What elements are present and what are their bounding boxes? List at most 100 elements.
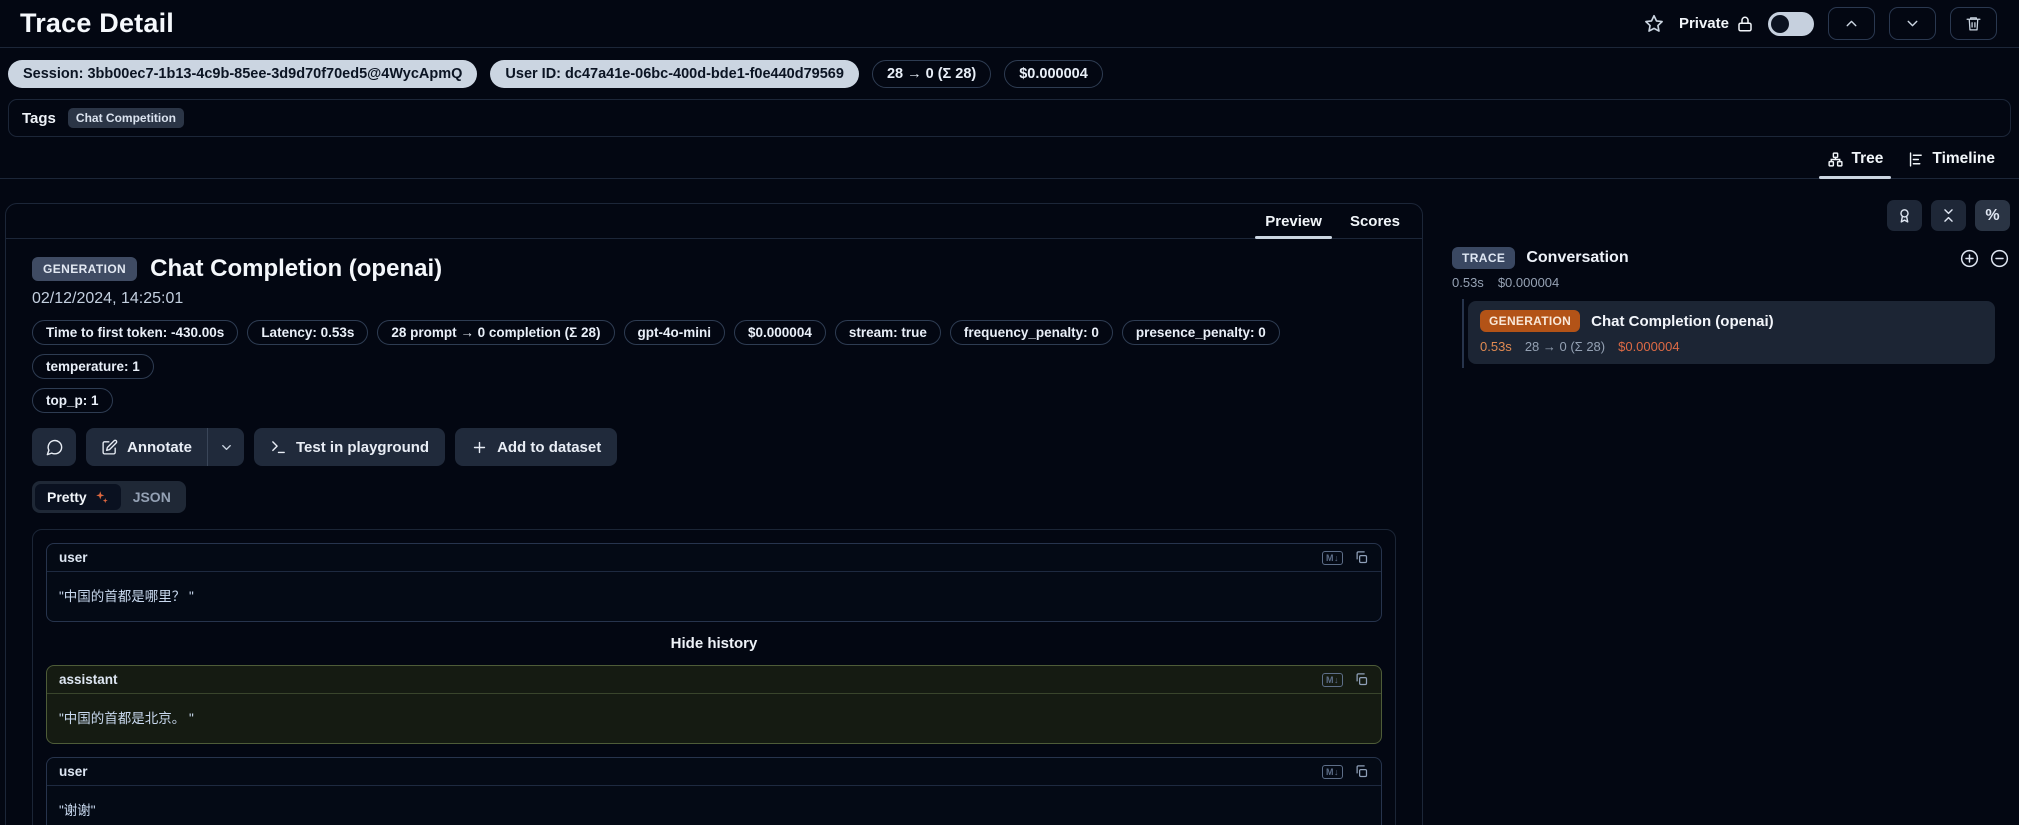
privacy-label: Private xyxy=(1679,15,1729,32)
message-header: assistant M↓ xyxy=(47,666,1381,694)
tab-tree[interactable]: Tree xyxy=(1815,142,1896,178)
generation-node-title: Chat Completion (openai) xyxy=(1591,313,1774,330)
token-usage-badge: 28 → 0 (Σ 28) xyxy=(872,60,991,88)
observation-actions: Annotate Test in playground Add to datas… xyxy=(32,428,1396,466)
latency-pill: Latency: 0.53s xyxy=(247,320,368,345)
trace-latency: 0.53s xyxy=(1452,275,1484,290)
cost-pill: $0.000004 xyxy=(734,320,826,345)
annotate-dropdown-button[interactable] xyxy=(208,428,244,466)
timeline-icon xyxy=(1907,151,1924,168)
preview-tab-indicator xyxy=(1255,236,1332,239)
page-title: Trace Detail xyxy=(20,8,174,39)
copy-icon[interactable] xyxy=(1354,550,1369,565)
trace-root-label: TRACE Conversation xyxy=(1452,247,1629,269)
generation-node-title-row: GENERATION Chat Completion (openai) xyxy=(1480,310,1983,332)
sparkles-icon xyxy=(94,490,109,505)
annotate-split-button: Annotate xyxy=(86,428,244,466)
message-box-user-2: user M↓ "谢谢" xyxy=(46,757,1382,825)
observation-detail-card: Preview Scores GENERATION Chat Completio… xyxy=(5,203,1423,825)
top-p-pill: top_p: 1 xyxy=(32,388,113,413)
copy-icon[interactable] xyxy=(1354,764,1369,779)
format-toggle: Pretty JSON xyxy=(32,481,186,513)
session-badge[interactable]: Session: 3bb00ec7-1b13-4c9b-85ee-3d9d70f… xyxy=(8,60,477,88)
lock-icon xyxy=(1736,15,1754,33)
json-toggle[interactable]: JSON xyxy=(121,484,183,510)
trace-root-row[interactable]: TRACE Conversation xyxy=(1452,247,2010,269)
message-role: assistant xyxy=(59,672,118,687)
collapse-all-button[interactable] xyxy=(1931,200,1966,231)
io-messages-container: user M↓ "中国的首都是哪里？ " Hide history assist… xyxy=(32,529,1396,825)
annotate-label: Annotate xyxy=(127,439,192,456)
trace-badges-row: Session: 3bb00ec7-1b13-4c9b-85ee-3d9d70f… xyxy=(0,48,2019,88)
trace-title: Conversation xyxy=(1526,249,1628,267)
observation-body: GENERATION Chat Completion (openai) 02/1… xyxy=(6,239,1422,825)
tab-preview-label: Preview xyxy=(1265,213,1322,230)
json-label: JSON xyxy=(133,489,171,505)
test-in-playground-button[interactable]: Test in playground xyxy=(254,428,445,466)
public-toggle[interactable] xyxy=(1768,12,1814,36)
chevron-down-icon xyxy=(219,440,234,455)
hide-history-button[interactable]: Hide history xyxy=(46,635,1382,652)
tag-chip[interactable]: Chat Competition xyxy=(68,108,184,128)
tab-timeline[interactable]: Timeline xyxy=(1895,142,2007,178)
trash-icon xyxy=(1965,15,1982,32)
tab-tree-label: Tree xyxy=(1852,150,1884,168)
comment-button[interactable] xyxy=(32,428,76,466)
chevrons-collapse-icon xyxy=(1940,207,1957,224)
observation-title: Chat Completion (openai) xyxy=(150,255,442,283)
edit-pen-icon xyxy=(101,439,118,456)
message-role: user xyxy=(59,550,88,565)
generation-tree-node[interactable]: GENERATION Chat Completion (openai) 0.53… xyxy=(1468,301,1995,364)
message-content: "中国的首都是哪里？ " xyxy=(47,572,1381,621)
markdown-toggle-icon[interactable]: M↓ xyxy=(1322,765,1343,779)
scores-toggle-button[interactable] xyxy=(1887,200,1922,231)
plus-circle-icon xyxy=(1959,248,1980,269)
message-header: user M↓ xyxy=(47,544,1381,572)
message-tools: M↓ xyxy=(1322,550,1369,565)
tree-guide-line xyxy=(1462,299,1464,368)
toggle-knob xyxy=(1771,15,1789,33)
markdown-toggle-icon[interactable]: M↓ xyxy=(1322,673,1343,687)
panel-tabs: Preview Scores xyxy=(6,204,1422,239)
token-pill: 28 prompt → 0 completion (Σ 28) xyxy=(377,320,614,345)
message-tools: M↓ xyxy=(1322,672,1369,687)
tab-scores[interactable]: Scores xyxy=(1336,204,1414,238)
message-tools: M↓ xyxy=(1322,764,1369,779)
active-tab-indicator xyxy=(1819,176,1892,179)
user-id-badge[interactable]: User ID: dc47a41e-06bc-400d-bde1-f0e440d… xyxy=(490,60,859,88)
expand-node-button[interactable] xyxy=(1959,248,1980,269)
generation-latency: 0.53s xyxy=(1480,339,1512,354)
annotate-button[interactable]: Annotate xyxy=(86,428,207,466)
prev-trace-button[interactable] xyxy=(1828,7,1875,40)
message-content: "谢谢" xyxy=(47,786,1381,825)
model-pill[interactable]: gpt-4o-mini xyxy=(624,320,726,345)
message-content: "中国的首都是北京。 " xyxy=(47,694,1381,743)
tags-label: Tags xyxy=(22,110,56,127)
cost-badge: $0.000004 xyxy=(1004,60,1103,88)
markdown-toggle-icon[interactable]: M↓ xyxy=(1322,551,1343,565)
tab-preview[interactable]: Preview xyxy=(1251,204,1336,238)
frequency-penalty-pill: frequency_penalty: 0 xyxy=(950,320,1113,345)
plus-icon xyxy=(471,439,488,456)
header-actions: Private xyxy=(1643,7,1997,40)
metrics-toggle-button[interactable]: % xyxy=(1975,200,2010,231)
tree-children: GENERATION Chat Completion (openai) 0.53… xyxy=(1452,301,2010,364)
tab-scores-label: Scores xyxy=(1350,213,1400,230)
trace-type-badge: TRACE xyxy=(1452,247,1515,269)
next-trace-button[interactable] xyxy=(1889,7,1936,40)
privacy-status: Private xyxy=(1679,15,1754,33)
terminal-icon xyxy=(270,439,287,456)
view-tabs: Tree Timeline xyxy=(0,142,2019,179)
add-to-dataset-button[interactable]: Add to dataset xyxy=(455,428,617,466)
temperature-pill: temperature: 1 xyxy=(32,354,154,379)
copy-icon[interactable] xyxy=(1354,672,1369,687)
chevron-up-icon xyxy=(1843,15,1860,32)
star-icon[interactable] xyxy=(1643,13,1665,35)
delete-trace-button[interactable] xyxy=(1950,7,1997,40)
collapse-node-button[interactable] xyxy=(1989,248,2010,269)
comment-bubble-icon xyxy=(45,438,64,457)
dataset-label: Add to dataset xyxy=(497,439,601,456)
observation-title-row: GENERATION Chat Completion (openai) xyxy=(32,255,1396,283)
pretty-toggle[interactable]: Pretty xyxy=(35,484,121,510)
trace-tree-panel: % TRACE Conversation 0.53s $0.000004 GEN… xyxy=(1452,200,2010,364)
